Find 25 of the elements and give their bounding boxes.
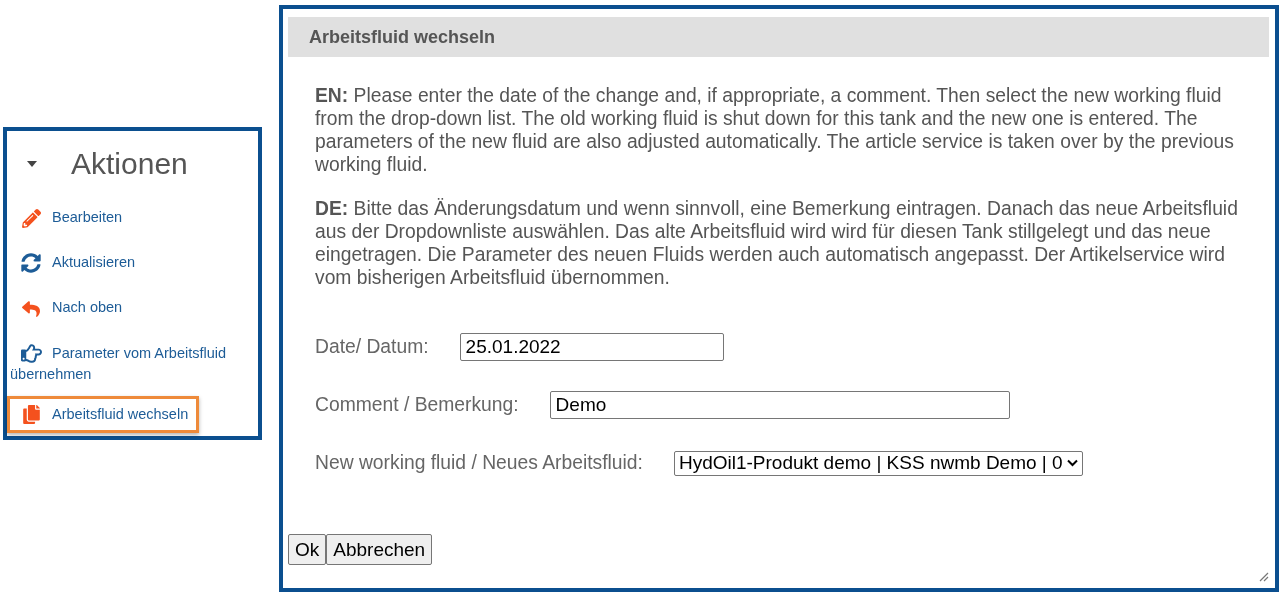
instruction-paragraph: EN: Please enter the date of the change and, if appropriate, a comment. Then select the new working fluid from the drop-down list. The old working fluid is shut down for this tank and the new one is entered. The parameters of the new fluid are also adjusted automatically. The article service is taken over by the previous working fluid. <box>315 84 1235 176</box>
chevron-icon <box>1066 459 1078 467</box>
input-field[interactable]: Demo <box>549 391 1010 419</box>
hand-pointing-icon <box>20 343 42 365</box>
pencil-icon <box>21 208 41 228</box>
action-link[interactable]: Nach oben <box>7 285 258 331</box>
action-link[interactable]: Arbeitsfluid wechseln <box>7 395 200 433</box>
field-label: Comment / Bemerkung: <box>315 394 519 416</box>
instruction-paragraph: DE: Bitte das Änderungsdatum und wenn sinnvoll, eine Bemerkung eintragen. Danach das neue Arbeitsfluid aus der Dropdownliste auswählen. Das alte Arbeitsfluid wird wird für diesen Tank stillgelegt und das neue eingetragen. Die Parameter des neuen Fluids werden auch automatisch angepasst. Der Artikelservice wird vom bisherigen Arbeitsfluid übernommen. <box>315 197 1239 289</box>
panel-title: Aktionen <box>71 147 188 181</box>
ok-button[interactable]: Ok <box>288 534 327 565</box>
field-label: New working fluid / Neues Arbeitsfluid: <box>315 452 643 474</box>
field-label: Date/ Datum: <box>315 336 429 358</box>
fluid-dropdown[interactable]: HydOil1-Produkt demo | KSS nwmb Demo | 0 <box>673 450 1083 476</box>
input-field[interactable]: 25.01.2022 <box>459 333 724 361</box>
reply-arrow-icon <box>22 299 40 318</box>
dialog-title: Arbeitsfluid wechseln <box>288 17 1269 57</box>
resize-handle-icon[interactable] <box>1257 570 1269 582</box>
caret-icon[interactable] <box>27 161 37 167</box>
cancel-button[interactable]: Abbrechen <box>326 534 433 565</box>
action-link[interactable]: Bearbeiten <box>7 195 258 241</box>
action-link[interactable]: Parameter vom Arbeitsfluid übernehmen <box>7 330 258 396</box>
copy-icon <box>21 405 41 425</box>
action-link[interactable]: Aktualisieren <box>7 240 258 286</box>
refresh-icon <box>21 253 41 274</box>
